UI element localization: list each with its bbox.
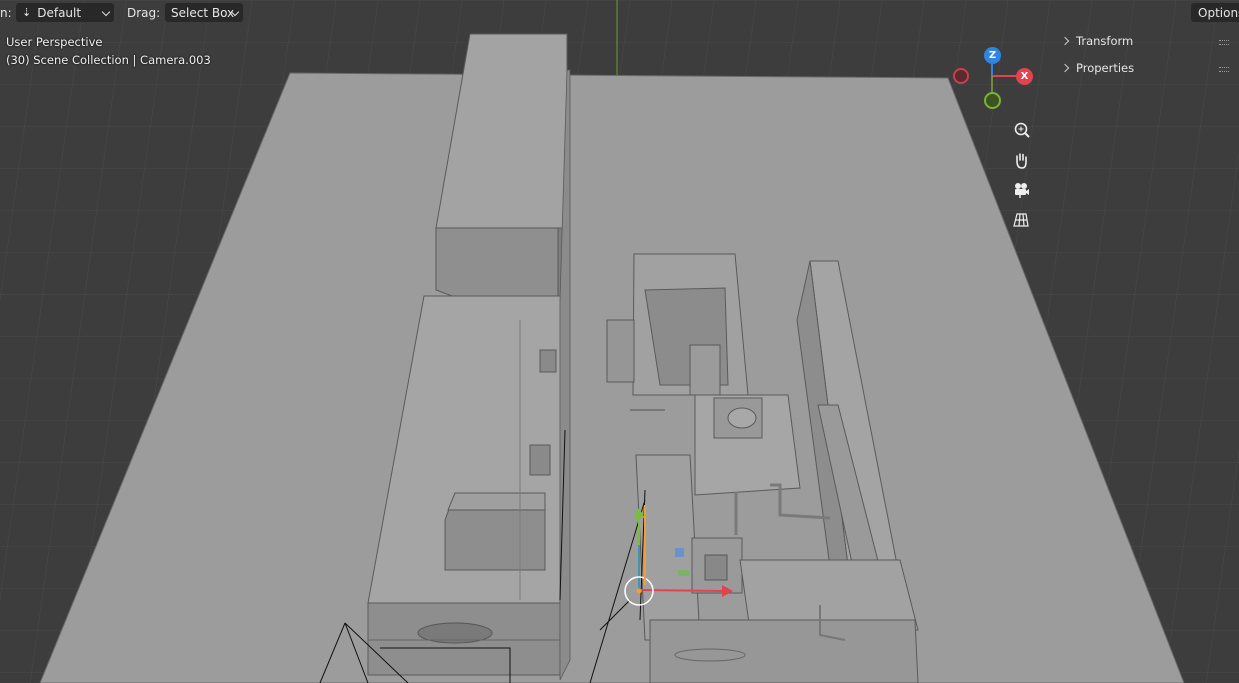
gizmo-x-axis[interactable]: X [1016, 68, 1033, 85]
chevron-right-icon [1060, 36, 1070, 46]
panel-properties[interactable]: Properties [1058, 57, 1239, 79]
scene-info: (30) Scene Collection | Camera.003 [6, 53, 211, 67]
hand-pan-icon [1016, 153, 1027, 169]
orientation-label: n: [0, 2, 12, 23]
drag-dropdown[interactable]: Select Box [165, 3, 243, 22]
gizmo-y-axis[interactable] [984, 92, 1001, 109]
gizmo-neg-x-axis[interactable] [953, 68, 969, 84]
orientation-value: Default [37, 5, 82, 20]
drag-handle-icon[interactable] [1219, 40, 1229, 45]
pan-button[interactable] [1009, 148, 1033, 172]
orientation-label-text: n: [0, 5, 12, 20]
panel-properties-label: Properties [1076, 61, 1135, 75]
options-label: Options [1198, 5, 1239, 20]
transform-orientation-icon: ⇣ [22, 6, 32, 19]
panel-transform[interactable]: Transform [1058, 30, 1239, 52]
z-label: Z [988, 50, 997, 61]
panel-transform-label: Transform [1076, 34, 1134, 48]
x-label: X [1020, 71, 1029, 82]
ortho-toggle-button[interactable] [1009, 208, 1033, 232]
3d-viewport[interactable] [0, 0, 1239, 683]
orientation-dropdown[interactable]: ⇣ Default [16, 3, 114, 22]
zoom-icon [1014, 122, 1030, 138]
camera-view-icon [1015, 183, 1029, 198]
drag-label-text: Drag: [127, 5, 161, 20]
chevron-down-icon [101, 7, 111, 17]
camera-view-button[interactable] [1009, 178, 1033, 202]
drag-handle-icon[interactable] [1219, 67, 1229, 72]
gizmo-z-axis[interactable]: Z [984, 47, 1001, 64]
options-button[interactable]: Options [1191, 3, 1239, 22]
grid-ortho-icon [1013, 213, 1029, 227]
zoom-button[interactable] [1009, 118, 1033, 142]
chevron-right-icon [1060, 63, 1070, 73]
drag-label: Drag: [127, 2, 160, 23]
drag-value: Select Box [171, 5, 235, 20]
view-name: User Perspective [6, 35, 103, 49]
